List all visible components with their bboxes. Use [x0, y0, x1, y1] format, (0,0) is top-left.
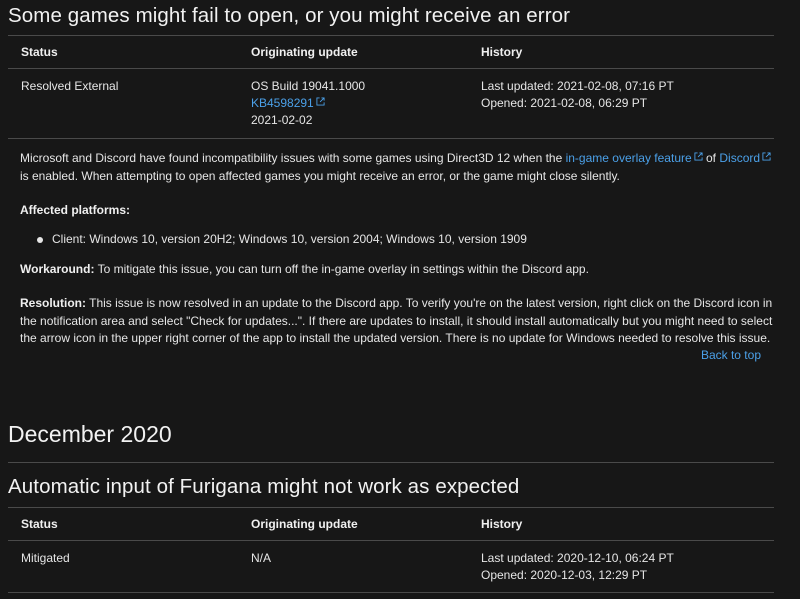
platform-list-item: Client: Windows 10, version 20H2; Window… — [52, 232, 527, 246]
column-header-status: Status — [21, 517, 58, 531]
table-row-divider — [8, 592, 774, 593]
column-header-originating-update: Originating update — [251, 45, 358, 59]
external-link-icon — [694, 152, 703, 161]
kb-row: KB4598291 — [251, 95, 365, 112]
bullet-icon — [37, 237, 43, 243]
opened-date: Opened: 2021-02-08, 06:29 PT — [481, 96, 648, 110]
opened-date: Opened: 2020-12-03, 12:29 PT — [481, 568, 648, 582]
status-value: Resolved External — [21, 79, 119, 93]
table-header-divider — [8, 68, 774, 69]
divider — [8, 35, 774, 36]
table-header-divider — [8, 540, 774, 541]
os-build: OS Build 19041.1000 — [251, 79, 366, 93]
table-row-divider — [8, 138, 774, 139]
resolution-text: This issue is now resolved in an update … — [20, 296, 773, 345]
resolution-label: Resolution: — [20, 296, 86, 310]
originating-update-value: N/A — [251, 551, 272, 565]
last-updated: Last updated: 2021-02-08, 07:16 PT — [481, 79, 674, 93]
external-link-icon — [316, 97, 325, 106]
originating-update-cell: OS Build 19041.1000 KB4598291 2021-02-02 — [251, 78, 365, 129]
in-game-overlay-link[interactable]: in-game overlay feature — [566, 151, 692, 165]
divider — [8, 507, 774, 508]
issue-description: Microsoft and Discord have found incompa… — [20, 150, 780, 185]
column-header-originating-update: Originating update — [251, 517, 358, 531]
description-text: Microsoft and Discord have found incompa… — [20, 151, 566, 165]
resolution-paragraph: Resolution: This issue is now resolved i… — [20, 295, 780, 348]
column-header-status: Status — [21, 45, 58, 59]
originating-date: 2021-02-02 — [251, 113, 313, 127]
issue-title: Some games might fail to open, or you mi… — [8, 4, 571, 27]
affected-platforms-label: Affected platforms: — [20, 203, 131, 217]
history-cell: Last updated: 2020-12-10, 06:24 PT Opene… — [481, 550, 674, 584]
status-value: Mitigated — [21, 551, 70, 565]
back-to-top-link[interactable]: Back to top — [701, 348, 761, 362]
column-header-history: History — [481, 45, 523, 59]
column-header-history: History — [481, 517, 523, 531]
history-cell: Last updated: 2021-02-08, 07:16 PT Opene… — [481, 78, 674, 112]
last-updated: Last updated: 2020-12-10, 06:24 PT — [481, 551, 674, 565]
discord-link[interactable]: Discord — [719, 151, 760, 165]
workaround-paragraph: Workaround: To mitigate this issue, you … — [20, 261, 780, 279]
description-text: of — [702, 151, 720, 165]
release-health-page: Some games might fail to open, or you mi… — [0, 0, 800, 599]
month-heading: December 2020 — [8, 421, 172, 447]
workaround-text: To mitigate this issue, you can turn off… — [94, 262, 589, 276]
issue-title: Automatic input of Furigana might not wo… — [8, 475, 520, 498]
kb-link[interactable]: KB4598291 — [251, 96, 314, 110]
workaround-label: Workaround: — [20, 262, 95, 276]
divider — [8, 462, 774, 463]
external-link-icon — [762, 152, 771, 161]
description-text: is enabled. When attempting to open affe… — [20, 168, 620, 183]
